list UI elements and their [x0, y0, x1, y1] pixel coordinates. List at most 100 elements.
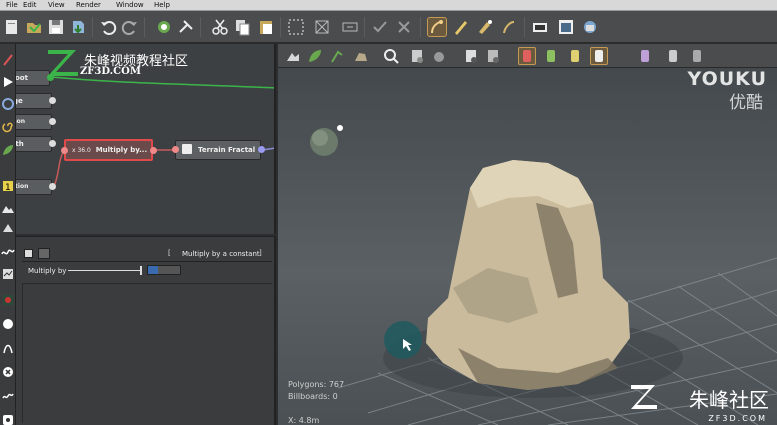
bracket-open: [: [168, 249, 171, 257]
save-as-icon[interactable]: [68, 17, 88, 37]
main-toolbar: [0, 11, 777, 43]
bracket-close: ]: [259, 249, 262, 257]
menu-view[interactable]: View: [48, 0, 65, 11]
cloud-tool-icon[interactable]: [430, 47, 448, 65]
brush-icon[interactable]: [427, 17, 447, 37]
menu-render[interactable]: Render: [76, 0, 101, 11]
grid-tool-icon[interactable]: [462, 47, 480, 65]
layer-tool-icon[interactable]: [408, 47, 426, 65]
pen-icon[interactable]: [451, 17, 471, 37]
menu-window[interactable]: Window: [116, 0, 144, 11]
yellow-display-icon[interactable]: [566, 47, 584, 65]
open-icon[interactable]: [24, 17, 44, 37]
save-icon[interactable]: [46, 17, 66, 37]
tree-node-icon[interactable]: [1, 222, 15, 236]
corner-watermark-sub: ZF3D.COM: [708, 414, 767, 423]
svg-text:1: 1: [5, 183, 11, 193]
node-frame-icon[interactable]: [312, 17, 332, 37]
terrain-fractal-icon: [182, 144, 192, 154]
node-son[interactable]: son: [16, 114, 52, 130]
paste-icon[interactable]: [256, 17, 276, 37]
graph-node-icon[interactable]: [1, 266, 15, 280]
node-ith[interactable]: ith: [16, 136, 52, 152]
leaf-tool-icon[interactable]: [306, 47, 324, 65]
red-node-icon[interactable]: [1, 52, 15, 66]
3d-viewport[interactable]: Polygons: 767 Billboards: 0 X: 4.8m YOUK…: [278, 44, 777, 425]
wire-display-icon[interactable]: [664, 47, 682, 65]
stats-polygons: Polygons: 767: [288, 380, 345, 389]
properties-panel: [ Multiply by a constant ] Multiply by: [16, 236, 276, 425]
view-monitor-icon[interactable]: [530, 17, 550, 37]
rotate-node-icon[interactable]: [1, 96, 15, 110]
node-graph-panel[interactable]: 朱峰视频教程社区 ZF3D.COM oot ge son ith ition x…: [16, 44, 276, 234]
stamp-icon[interactable]: [499, 17, 519, 37]
terrain-out-port[interactable]: [258, 146, 265, 153]
node-select-icon[interactable]: [286, 17, 306, 37]
fog-tool-icon[interactable]: [484, 47, 502, 65]
node-son-port[interactable]: [49, 118, 56, 125]
enable-checkbox[interactable]: [24, 249, 33, 258]
root-node[interactable]: oot: [16, 70, 50, 86]
purple-display-icon[interactable]: [636, 47, 654, 65]
lens-node-icon[interactable]: [1, 292, 15, 306]
erase-icon[interactable]: [475, 17, 495, 37]
multiply-out-port[interactable]: [150, 147, 157, 154]
rock-tool-icon[interactable]: [352, 47, 370, 65]
viewport-toolbar: [278, 44, 777, 68]
spiral-node-icon[interactable]: [1, 118, 15, 133]
param-slider-handle[interactable]: [140, 266, 142, 275]
node-ition-port[interactable]: [49, 183, 56, 190]
viewport-scene: [310, 125, 777, 425]
terrain-tool-icon[interactable]: [284, 47, 302, 65]
undo-icon[interactable]: [98, 17, 118, 37]
menu-help[interactable]: Help: [154, 0, 170, 11]
grey-display-icon[interactable]: [688, 47, 706, 65]
youku-watermark: YOUKU: [687, 68, 767, 90]
close-icon[interactable]: [394, 17, 414, 37]
stats-coordinate: X: 4.8m: [288, 416, 320, 425]
multiply-in-port[interactable]: [61, 147, 68, 154]
curve-node-icon[interactable]: [1, 340, 15, 354]
white-display-icon[interactable]: [590, 47, 608, 65]
menu-bar: File Edit View Render Window Help: [0, 0, 777, 11]
new-scene-icon[interactable]: [2, 17, 22, 37]
node-ith-port[interactable]: [49, 140, 56, 147]
tools-icon[interactable]: [176, 17, 196, 37]
node-e[interactable]: ge: [16, 93, 52, 109]
green-display-icon[interactable]: [542, 47, 560, 65]
node-ition[interactable]: ition: [16, 179, 52, 195]
props-title: Multiply by a constant: [182, 250, 260, 258]
param-value-field[interactable]: [147, 265, 181, 275]
wave-node-icon[interactable]: [1, 244, 15, 258]
render-icon[interactable]: [580, 17, 600, 37]
multiply-node[interactable]: x 36.0 Multiply by...: [64, 139, 153, 161]
terrain-in-port[interactable]: [172, 146, 179, 153]
corner-watermark: 朱峰社区: [689, 388, 769, 412]
terrain-node-icon[interactable]: [1, 200, 15, 214]
view-window-icon[interactable]: [556, 17, 576, 37]
root-out-port[interactable]: [47, 74, 54, 81]
leaf-node-icon[interactable]: [1, 142, 15, 156]
import-icon[interactable]: [154, 17, 174, 37]
menu-file[interactable]: File: [6, 0, 18, 11]
noise-node-icon[interactable]: [1, 388, 15, 402]
node-color-swatch[interactable]: [38, 248, 50, 259]
yellow-node-icon[interactable]: 1: [1, 178, 15, 193]
plant-tool-icon[interactable]: [328, 47, 346, 65]
node-e-port[interactable]: [49, 97, 56, 104]
zoom-tool-icon[interactable]: [382, 47, 400, 65]
param-slider-track[interactable]: [68, 270, 142, 271]
multiply-node-icon[interactable]: [1, 364, 15, 378]
mask-node-icon[interactable]: [1, 412, 15, 425]
youku-watermark-cn: 优酷: [729, 93, 763, 113]
cut-icon[interactable]: [210, 17, 230, 37]
red-display-icon[interactable]: [518, 47, 536, 65]
corner-logo-icon: [629, 383, 659, 415]
check-icon[interactable]: [370, 17, 390, 37]
sphere-node-icon[interactable]: [1, 316, 15, 330]
redo-icon[interactable]: [120, 17, 140, 37]
node-link-icon[interactable]: [340, 17, 360, 37]
arrow-node-icon[interactable]: [1, 74, 15, 88]
copy-icon[interactable]: [232, 17, 252, 37]
menu-edit[interactable]: Edit: [23, 0, 37, 11]
